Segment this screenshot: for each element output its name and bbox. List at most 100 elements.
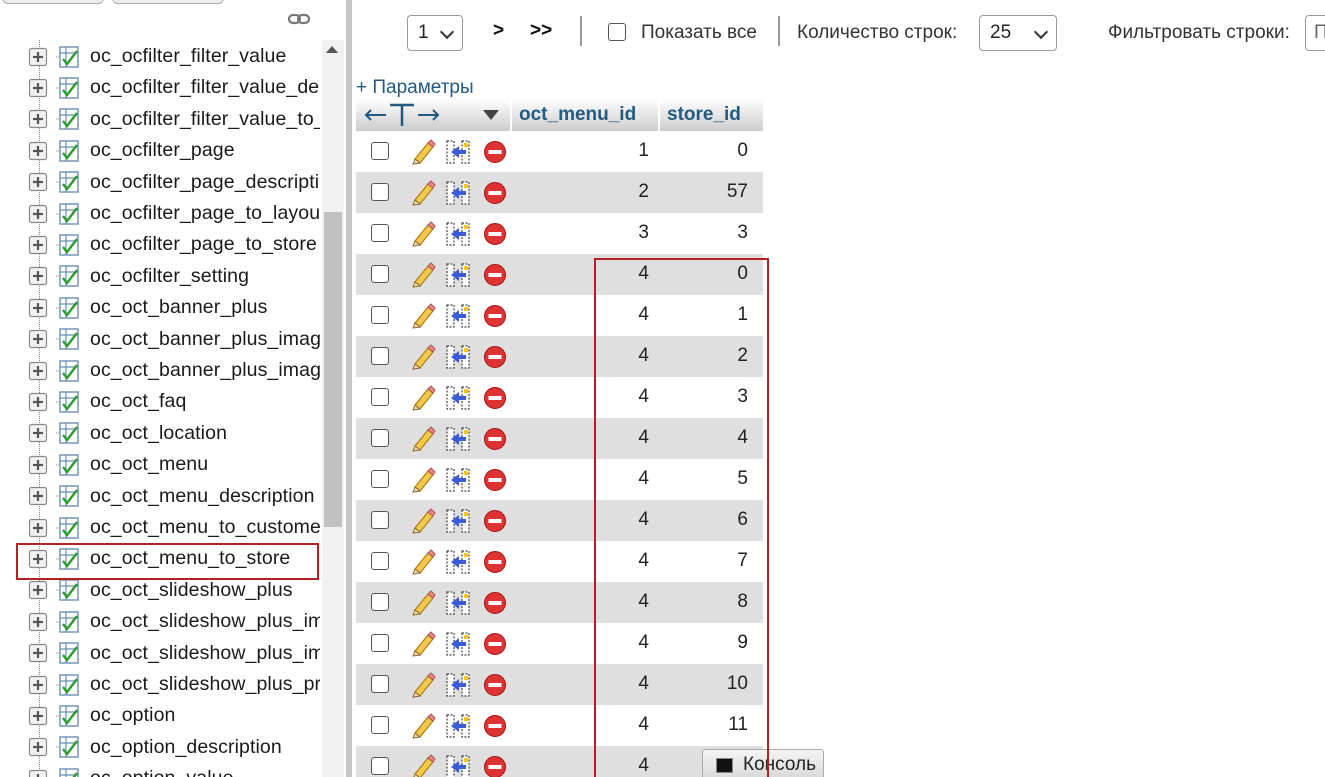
tree-item-label[interactable]: oc_oct_menu: [90, 453, 208, 476]
table-structure-icon[interactable]: [54, 421, 80, 445]
insert-copy-icon[interactable]: [445, 549, 471, 575]
parameters-link[interactable]: + Параметры: [356, 77, 474, 99]
table-structure-icon[interactable]: [54, 641, 80, 665]
delete-circle-icon[interactable]: [483, 181, 507, 205]
pencil-icon[interactable]: [410, 713, 436, 739]
row-checkbox[interactable]: [371, 306, 389, 324]
tree-item-label[interactable]: oc_oct_menu_to_customer_group: [90, 516, 320, 539]
row-checkbox[interactable]: [371, 675, 389, 693]
show-all-checkbox[interactable]: [608, 23, 626, 41]
insert-copy-icon[interactable]: [445, 754, 471, 777]
table-structure-icon[interactable]: [54, 735, 80, 759]
tree-item[interactable]: oc_ocfilter_filter_value_description: [28, 72, 320, 103]
insert-copy-icon[interactable]: [445, 590, 471, 616]
pencil-icon[interactable]: [410, 754, 436, 777]
delete-circle-icon[interactable]: [483, 468, 507, 492]
tree-item-label[interactable]: oc_ocfilter_page_description: [90, 171, 320, 194]
pencil-icon[interactable]: [410, 303, 436, 329]
tree-item[interactable]: oc_oct_banner_plus: [28, 292, 320, 323]
plus-square-icon[interactable]: [28, 298, 48, 318]
table-structure-icon[interactable]: [54, 45, 80, 69]
cell-oct-menu-id[interactable]: 2: [516, 181, 649, 203]
pencil-icon[interactable]: [410, 385, 436, 411]
plus-square-icon[interactable]: [28, 361, 48, 381]
tree-item-label[interactable]: oc_ocfilter_filter_value: [90, 45, 286, 68]
plus-square-icon[interactable]: [28, 47, 48, 67]
plus-square-icon[interactable]: [28, 486, 48, 506]
pencil-icon[interactable]: [410, 344, 436, 370]
pencil-icon[interactable]: [410, 549, 436, 575]
table-structure-icon[interactable]: [54, 359, 80, 383]
insert-copy-icon[interactable]: [445, 631, 471, 657]
table-structure-icon[interactable]: [54, 704, 80, 728]
delete-circle-icon[interactable]: [483, 509, 507, 533]
row-checkbox[interactable]: [371, 388, 389, 406]
row-checkbox[interactable]: [371, 593, 389, 611]
show-all-label[interactable]: Показать все: [641, 22, 757, 44]
tree-item-label[interactable]: oc_oct_banner_plus: [90, 296, 267, 319]
delete-circle-icon[interactable]: [483, 755, 507, 777]
delete-circle-icon[interactable]: [483, 427, 507, 451]
tree-item[interactable]: oc_oct_slideshow_plus_products: [28, 669, 320, 700]
plus-square-icon[interactable]: [28, 737, 48, 757]
table-structure-icon[interactable]: [54, 673, 80, 697]
tree-item[interactable]: oc_oct_menu: [28, 449, 320, 480]
table-structure-icon[interactable]: [54, 516, 80, 540]
row-checkbox[interactable]: [371, 552, 389, 570]
table-structure-icon[interactable]: [54, 390, 80, 414]
table-structure-icon[interactable]: [54, 202, 80, 226]
plus-square-icon[interactable]: [28, 423, 48, 443]
tree-item-label[interactable]: oc_ocfilter_page_to_layout: [90, 202, 320, 225]
tree-item-label[interactable]: oc_oct_banner_plus_image_description: [90, 359, 320, 382]
tree-item-label[interactable]: oc_oct_banner_plus_image: [90, 328, 320, 351]
table-structure-icon[interactable]: [54, 767, 80, 777]
insert-copy-icon[interactable]: [445, 426, 471, 452]
tree-item-label[interactable]: oc_oct_slideshow_plus_image: [90, 610, 320, 633]
pencil-icon[interactable]: [410, 180, 436, 206]
tree-item[interactable]: oc_ocfilter_filter_value_to_product: [28, 104, 320, 135]
insert-copy-icon[interactable]: [445, 262, 471, 288]
pencil-icon[interactable]: [410, 631, 436, 657]
tree-item-label[interactable]: oc_oct_slideshow_plus_image_description: [90, 642, 320, 665]
cell-store-id[interactable]: 57: [661, 181, 748, 203]
pencil-icon[interactable]: [410, 139, 436, 165]
delete-circle-icon[interactable]: [483, 263, 507, 287]
cell-oct-menu-id[interactable]: 3: [516, 222, 649, 244]
plus-square-icon[interactable]: [28, 392, 48, 412]
delete-circle-icon[interactable]: [483, 673, 507, 697]
plus-square-icon[interactable]: [28, 455, 48, 475]
tree-item[interactable]: oc_ocfilter_page_to_layout: [28, 198, 320, 229]
row-checkbox[interactable]: [371, 511, 389, 529]
tree-item-label[interactable]: oc_ocfilter_filter_value_description: [90, 76, 320, 99]
table-structure-icon[interactable]: [54, 264, 80, 288]
insert-copy-icon[interactable]: [445, 221, 471, 247]
tree-item-label[interactable]: oc_ocfilter_setting: [90, 265, 249, 288]
row-checkbox[interactable]: [371, 183, 389, 201]
tree-item-label[interactable]: oc_ocfilter_filter_value_to_product: [90, 108, 320, 131]
row-checkbox[interactable]: [371, 716, 389, 734]
rows-count-select[interactable]: 25: [979, 15, 1057, 51]
row-checkbox[interactable]: [371, 470, 389, 488]
cell-store-id[interactable]: 3: [661, 222, 748, 244]
plus-square-icon[interactable]: [28, 204, 48, 224]
delete-circle-icon[interactable]: [483, 550, 507, 574]
tree-item[interactable]: oc_ocfilter_filter_value: [28, 41, 320, 72]
delete-circle-icon[interactable]: [483, 591, 507, 615]
row-checkbox[interactable]: [371, 142, 389, 160]
row-checkbox[interactable]: [371, 757, 389, 775]
scrollbar-thumb[interactable]: [324, 212, 342, 527]
tree-item-label[interactable]: oc_oct_faq: [90, 390, 186, 413]
table-structure-icon[interactable]: [54, 107, 80, 131]
tree-item-label[interactable]: oc_oct_slideshow_plus_products: [90, 673, 320, 696]
column-header-oct-menu-id[interactable]: oct_menu_id: [512, 99, 658, 131]
table-structure-icon[interactable]: [54, 610, 80, 634]
insert-copy-icon[interactable]: [445, 385, 471, 411]
tree-item-label[interactable]: oc_option: [90, 704, 175, 727]
insert-copy-icon[interactable]: [445, 344, 471, 370]
tree-item[interactable]: oc_option_description: [28, 732, 320, 763]
row-checkbox[interactable]: [371, 224, 389, 242]
row-checkbox[interactable]: [371, 634, 389, 652]
nav-tab-2[interactable]: [112, 0, 224, 4]
tree-item-label[interactable]: oc_ocfilter_page_to_store: [90, 233, 317, 256]
triangle-down-icon[interactable]: [483, 110, 499, 120]
